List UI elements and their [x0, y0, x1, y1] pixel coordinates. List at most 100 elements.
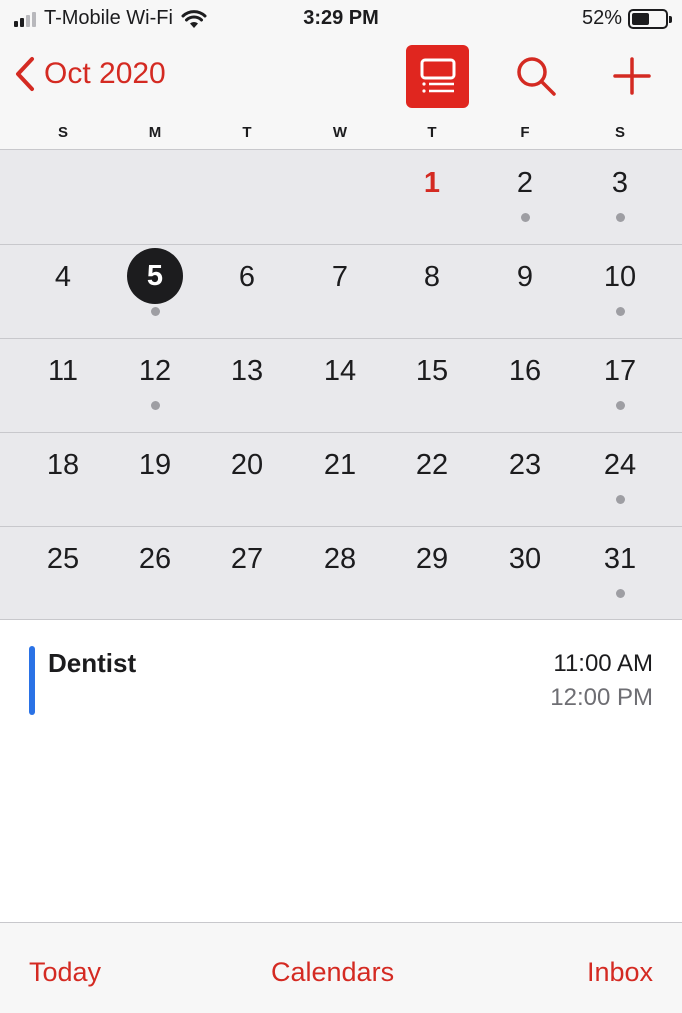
event-indicator-dot [521, 213, 530, 222]
event-indicator-dot [616, 307, 625, 316]
battery-fill [632, 12, 649, 25]
day-cell[interactable]: 1 [397, 150, 467, 244]
month-grid: 1 2 3 4 5 6 7 8 9 10 11 12 13 14 15 16 17 18 19 20 21 22 23 24 2… [0, 150, 682, 620]
day-cell[interactable]: 22 [397, 432, 467, 526]
day-cell[interactable]: 12 [120, 338, 190, 432]
day-number: 7 [331, 261, 349, 293]
day-number: 23 [508, 449, 542, 481]
day-cell[interactable]: 26 [120, 526, 190, 620]
day-number: 24 [603, 449, 637, 481]
day-number: 10 [603, 261, 637, 293]
day-cell[interactable]: 16 [490, 338, 560, 432]
tab-bar: Today Calendars Inbox [0, 922, 682, 1013]
today-day-number: 1 [423, 167, 441, 199]
day-number: 25 [46, 543, 80, 575]
day-cell[interactable]: 3 [585, 150, 655, 244]
battery-icon [628, 8, 672, 29]
day-number: 19 [138, 449, 172, 481]
day-cell[interactable]: 20 [212, 432, 282, 526]
day-number: 2 [516, 167, 534, 199]
day-number: 20 [230, 449, 264, 481]
weekday-label: M [148, 124, 162, 141]
event-item[interactable]: Dentist 11:00 AM 12:00 PM [0, 644, 682, 716]
day-cell[interactable]: 15 [397, 338, 467, 432]
day-cell[interactable]: 7 [305, 244, 375, 338]
plus-icon [613, 57, 651, 95]
day-cell[interactable]: 23 [490, 432, 560, 526]
day-cell[interactable]: 21 [305, 432, 375, 526]
day-cell[interactable]: 28 [305, 526, 375, 620]
day-number: 13 [230, 355, 264, 387]
event-indicator-dot [616, 589, 625, 598]
battery-cap [669, 15, 672, 23]
status-time: 3:29 PM [303, 7, 379, 29]
add-event-button[interactable] [612, 56, 652, 101]
day-number: 11 [47, 355, 79, 387]
day-cell[interactable]: 27 [212, 526, 282, 620]
day-cell[interactable]: 2 [490, 150, 560, 244]
day-cell[interactable]: 9 [490, 244, 560, 338]
event-indicator-dot [151, 401, 160, 410]
search-button[interactable] [514, 54, 558, 103]
event-indicator-dot [616, 213, 625, 222]
day-cell[interactable]: 11 [28, 338, 98, 432]
day-number: 18 [46, 449, 80, 481]
event-title: Dentist [48, 648, 137, 678]
day-number: 26 [138, 543, 172, 575]
day-cell[interactable]: 25 [28, 526, 98, 620]
day-number: 4 [54, 261, 72, 293]
day-number: 14 [323, 355, 357, 387]
day-cell[interactable]: 4 [28, 244, 98, 338]
day-cell[interactable]: 17 [585, 338, 655, 432]
day-cell[interactable]: 24 [585, 432, 655, 526]
event-start-time: 11:00 AM [553, 650, 653, 677]
weekday-label: W [332, 124, 348, 141]
weekday-label: S [57, 124, 68, 141]
day-number: 9 [516, 261, 534, 293]
day-cell[interactable]: 14 [305, 338, 375, 432]
inbox-button[interactable]: Inbox [587, 957, 653, 988]
chevron-left-icon [16, 57, 34, 91]
day-number: 29 [415, 543, 449, 575]
calendars-button[interactable]: Calendars [271, 957, 394, 988]
day-cell[interactable]: 30 [490, 526, 560, 620]
weekday-label: T [427, 124, 437, 141]
event-list: Dentist 11:00 AM 12:00 PM [0, 620, 682, 922]
battery-percent: 52% [581, 7, 622, 29]
day-number: 12 [138, 355, 172, 387]
day-cell[interactable]: 19 [120, 432, 190, 526]
day-cell[interactable]: 6 [212, 244, 282, 338]
day-cell[interactable]: 31 [585, 526, 655, 620]
back-button[interactable]: Oct 2020 [14, 56, 166, 92]
day-cell[interactable]: 8 [397, 244, 467, 338]
weekday-label: F [520, 124, 530, 141]
day-number: 28 [323, 543, 357, 575]
day-number: 21 [323, 449, 357, 481]
list-view-button[interactable] [406, 45, 469, 108]
day-cell[interactable]: 10 [585, 244, 655, 338]
status-bar: T-Mobile Wi-Fi 3:29 PM 52% [0, 0, 682, 38]
weekday-label: S [614, 124, 625, 141]
event-indicator-dot [616, 401, 625, 410]
day-number: 16 [508, 355, 542, 387]
weekday-header: SMTWTFS [0, 124, 682, 144]
event-end-time: 12:00 PM [550, 684, 653, 711]
event-calendar-color-bar [29, 646, 35, 715]
day-number: 3 [611, 167, 629, 199]
search-icon [517, 57, 556, 96]
day-cell[interactable]: 29 [397, 526, 467, 620]
event-indicator-dot [151, 307, 160, 316]
day-number: 31 [603, 543, 637, 575]
selected-day-number: 5 [127, 248, 183, 304]
day-number: 30 [508, 543, 542, 575]
day-cell[interactable]: 18 [28, 432, 98, 526]
today-button[interactable]: Today [29, 957, 101, 988]
weekday-label: T [242, 124, 252, 141]
event-indicator-dot [616, 495, 625, 504]
day-number: 8 [423, 261, 441, 293]
day-cell[interactable]: 13 [212, 338, 282, 432]
list-view-icon [420, 58, 455, 93]
status-right: 52% [581, 7, 672, 30]
day-number: 6 [238, 261, 256, 293]
day-cell[interactable]: 5 [120, 244, 190, 338]
